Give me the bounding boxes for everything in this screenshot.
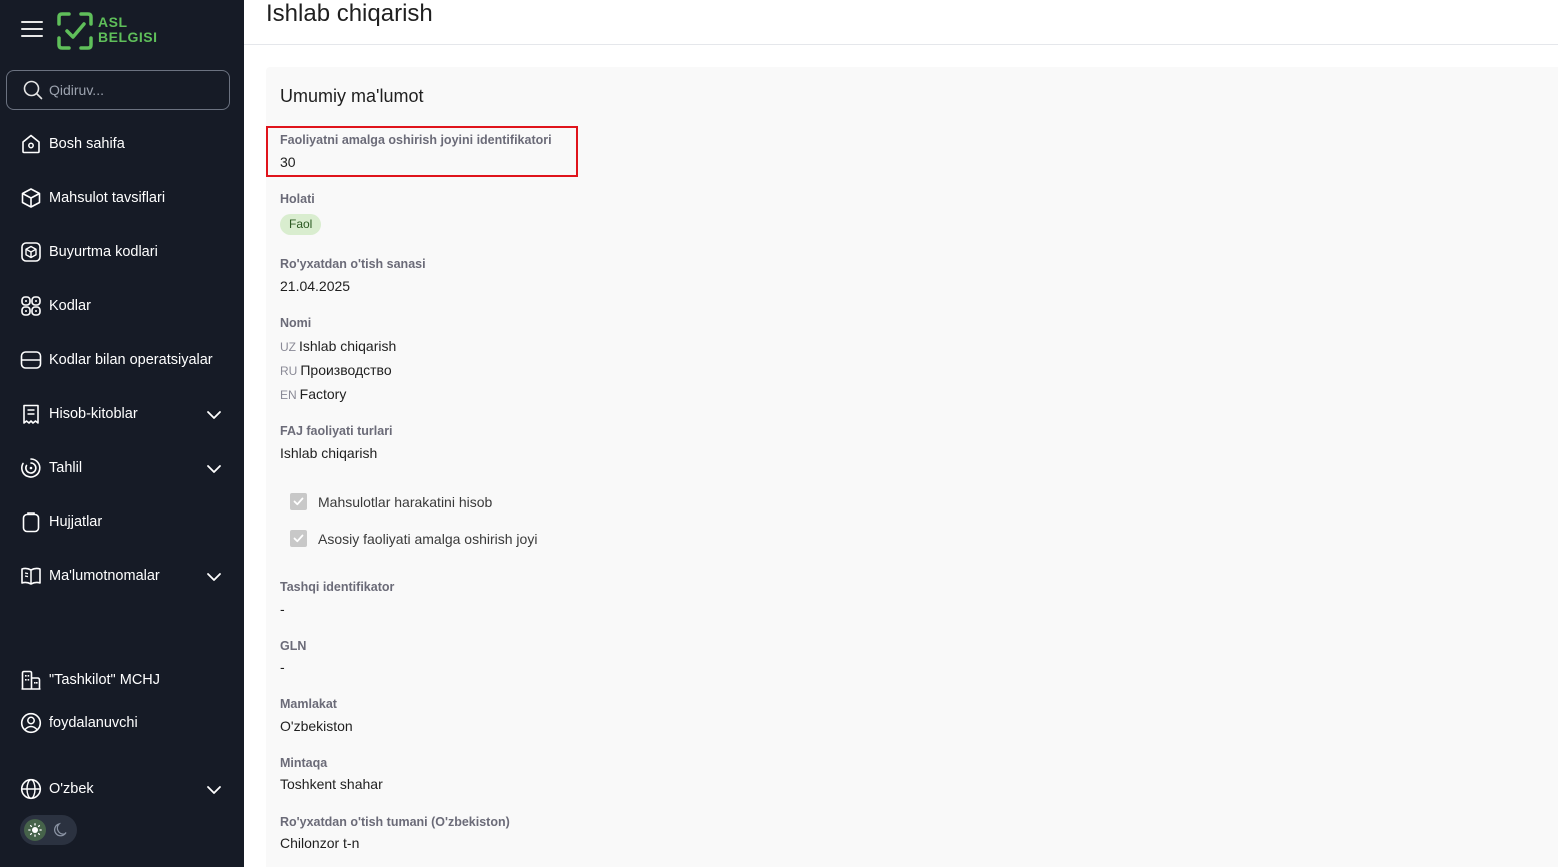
theme-toggle[interactable]	[20, 815, 77, 845]
organization-name: "Tashkilot" MCHJ	[49, 672, 161, 688]
name-en-value: Factory	[299, 386, 347, 402]
page-header: Ishlab chiqarish	[244, 0, 1558, 45]
globe-icon	[20, 778, 42, 800]
external-id-label: Tashqi identifikator	[280, 580, 395, 594]
sidebar-item-analytics[interactable]: Tahlil	[0, 448, 244, 488]
name-en: EN Factory	[280, 386, 346, 402]
chevron-down-icon[interactable]	[206, 461, 222, 477]
name-ru-value: Производство	[300, 362, 392, 378]
sidebar-item-documents[interactable]: Hujjatlar	[0, 502, 244, 542]
main-content: Umumiy ma'lumot Faoliyatni amalga oshiri…	[244, 45, 1558, 867]
chevron-down-icon[interactable]	[206, 569, 222, 585]
sidebar-topbar: ASL BELGISI	[0, 0, 244, 62]
checkbox-checked[interactable]	[290, 493, 307, 510]
analytics-icon	[21, 458, 41, 478]
country-label: Mamlakat	[280, 697, 337, 711]
menu-icon[interactable]	[21, 21, 43, 39]
sidebar-item-label: Hisob-kitoblar	[49, 406, 138, 422]
server-icon	[20, 351, 42, 369]
sidebar-item-references[interactable]: Ma'lumotnomalar	[0, 556, 244, 596]
section-title: Umumiy ma'lumot	[280, 86, 424, 106]
faj-types-value: Ishlab chiqarish	[280, 445, 378, 461]
place-id-value: 30	[280, 154, 296, 170]
home-icon	[22, 134, 40, 154]
clipboard-icon	[22, 512, 40, 533]
check-icon	[293, 497, 304, 506]
region-label: Mintaqa	[280, 756, 328, 770]
sidebar-item-codes[interactable]: Kodlar	[0, 286, 244, 326]
lang-code-en: EN	[280, 388, 297, 402]
name-uz-value: Ishlab chiqarish	[299, 338, 397, 354]
checkbox-label: Mahsulotlar harakatini hisob	[318, 493, 493, 510]
country-value: O'zbekiston	[280, 718, 353, 734]
sidebar-item-label: Buyurtma kodlari	[49, 244, 158, 260]
search-icon	[23, 80, 43, 100]
logo-check-icon	[57, 12, 93, 50]
sidebar-item-home[interactable]: Bosh sahifa	[0, 124, 244, 164]
faj-types-label: FAJ faoliyati turlari	[280, 424, 393, 438]
status-badge: Faol	[280, 214, 322, 235]
gln-label: GLN	[280, 639, 307, 653]
box-icon	[21, 242, 41, 262]
region-value: Toshkent shahar	[280, 776, 383, 792]
sidebar-item-label: Ma'lumotnomalar	[49, 568, 160, 584]
place-id-label: Faoliyatni amalga oshirish joyini identi…	[280, 133, 552, 147]
page-title: Ishlab chiqarish	[266, 0, 433, 27]
name-ru: RU Производство	[280, 362, 392, 378]
user-icon	[20, 712, 42, 734]
checkbox-product-movement[interactable]: Mahsulotlar harakatini hisob	[290, 493, 492, 510]
book-icon	[21, 567, 41, 585]
building-icon	[21, 670, 41, 690]
chevron-down-icon[interactable]	[206, 782, 222, 798]
sidebar-item-label: Bosh sahifa	[49, 136, 125, 152]
language-label: O'zbek	[49, 781, 94, 797]
sidebar-item-product-descriptions[interactable]: Mahsulot tavsiflari	[0, 178, 244, 218]
sidebar-item-label: Kodlar	[49, 298, 91, 314]
reg-date-label: Ro'yxatdan o'tish sanasi	[280, 257, 426, 271]
name-uz: UZ Ishlab chiqarish	[280, 338, 396, 354]
receipt-icon	[23, 404, 39, 424]
external-id-value: -	[280, 601, 285, 617]
codes-grid-icon	[21, 296, 41, 316]
sidebar-organization[interactable]: "Tashkilot" MCHJ	[0, 660, 244, 700]
name-label: Nomi	[280, 316, 312, 330]
check-icon	[293, 534, 304, 543]
cube-icon	[21, 188, 41, 208]
logo[interactable]: ASL BELGISI	[56, 12, 166, 50]
sun-icon[interactable]	[24, 819, 46, 841]
sidebar: ASL BELGISI Bosh sahifa Mahsulot tavsifl…	[0, 0, 244, 867]
sidebar-item-order-codes[interactable]: Buyurtma kodlari	[0, 232, 244, 272]
search-input[interactable]	[49, 82, 209, 98]
sidebar-item-label: Hujjatlar	[49, 514, 103, 530]
moon-icon[interactable]	[52, 821, 70, 839]
sidebar-item-code-operations[interactable]: Kodlar bilan operatsiyalar	[0, 340, 244, 380]
reg-date-value: 21.04.2025	[280, 278, 351, 294]
status-label: Holati	[280, 192, 315, 206]
search-box[interactable]	[6, 70, 230, 110]
sidebar-item-label: Tahlil	[49, 460, 83, 476]
checkbox-main-activity[interactable]: Asosiy faoliyati amalga oshirish joyi	[290, 530, 537, 547]
checkbox-checked[interactable]	[290, 530, 307, 547]
logo-text: ASL BELGISI	[98, 14, 158, 45]
sidebar-item-label: Mahsulot tavsiflari	[49, 190, 166, 206]
user-name: foydalanuvchi	[49, 715, 138, 731]
sidebar-user[interactable]: foydalanuvchi	[0, 703, 244, 743]
gln-value: -	[280, 659, 285, 675]
lang-code-uz: UZ	[280, 340, 296, 354]
general-info-card: Umumiy ma'lumot Faoliyatni amalga oshiri…	[266, 67, 1558, 867]
district-value: Chilonzor t-n	[280, 835, 360, 851]
lang-code-ru: RU	[280, 364, 298, 378]
district-label: Ro'yxatdan o'tish tumani (O'zbekiston)	[280, 815, 510, 829]
sidebar-item-accounting[interactable]: Hisob-kitoblar	[0, 394, 244, 434]
checkbox-label: Asosiy faoliyati amalga oshirish joyi	[318, 530, 538, 547]
sidebar-item-label: Kodlar bilan operatsiyalar	[49, 352, 213, 368]
language-selector[interactable]: O'zbek	[0, 769, 244, 809]
chevron-down-icon[interactable]	[206, 407, 222, 423]
